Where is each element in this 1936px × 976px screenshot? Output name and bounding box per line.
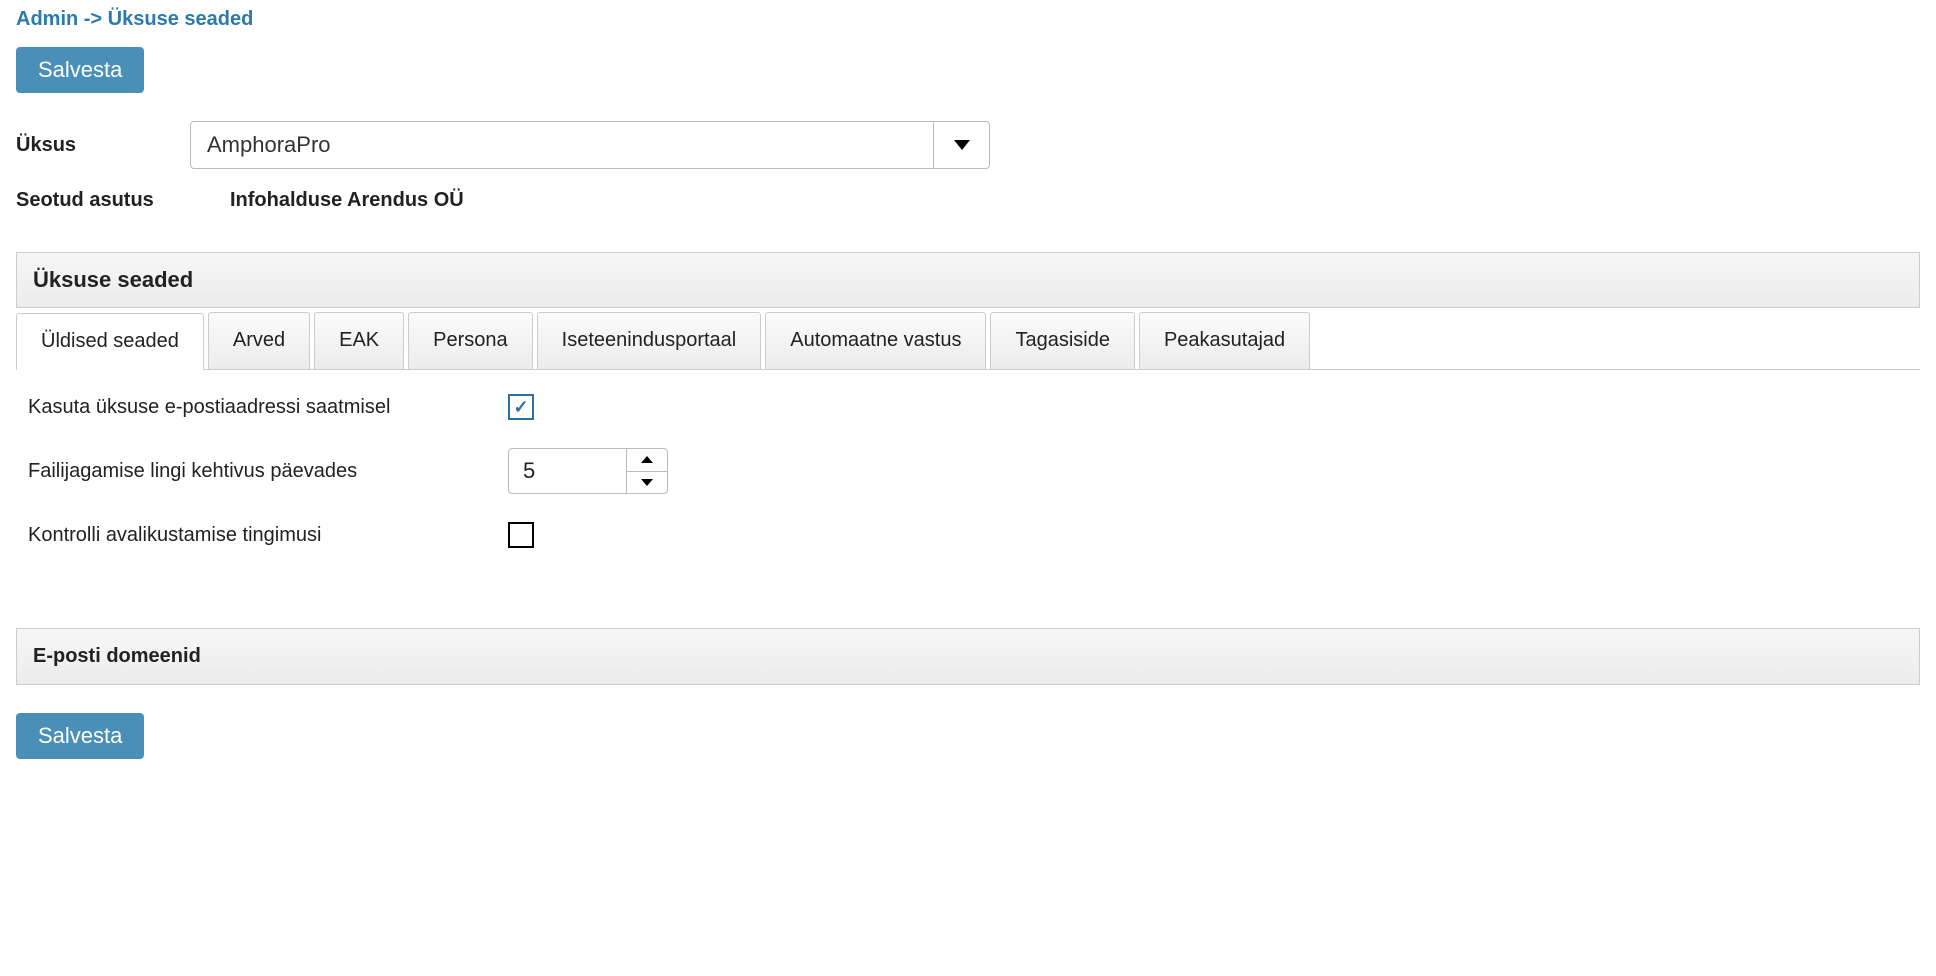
unit-dropdown-toggle[interactable] [933, 122, 989, 168]
use-unit-email-label: Kasuta üksuse e-postiaadressi saatmisel [28, 396, 508, 419]
check-publication-label: Kontrolli avalikustamise tingimusi [28, 524, 508, 547]
chevron-down-icon [641, 479, 653, 486]
tab-general[interactable]: Üldised seaded [16, 313, 204, 370]
settings-body: Kasuta üksuse e-postiaadressi saatmisel … [16, 370, 1920, 588]
email-domains-header: E-posti domeenid [16, 628, 1920, 685]
linked-org-row: Seotud asutus Infohalduse Arendus OÜ [16, 189, 1920, 212]
file-share-validity-value[interactable]: 5 [509, 449, 627, 493]
save-button-bottom[interactable]: Salvesta [16, 713, 144, 759]
tab-autoreply[interactable]: Automaatne vastus [765, 312, 986, 369]
setting-check-publication: Kontrolli avalikustamise tingimusi [28, 522, 1908, 548]
unit-label: Üksus [16, 134, 166, 157]
file-share-validity-label: Failijagamise lingi kehtivus päevades [28, 460, 508, 483]
tab-feedback[interactable]: Tagasiside [990, 312, 1135, 369]
file-share-validity-spinner[interactable]: 5 [508, 448, 668, 494]
tab-persona[interactable]: Persona [408, 312, 533, 369]
use-unit-email-checkbox[interactable]: ✓ [508, 394, 534, 420]
breadcrumb: Admin -> Üksuse seaded [16, 8, 1920, 31]
setting-file-share-validity: Failijagamise lingi kehtivus päevades 5 [28, 448, 1908, 494]
tab-selfservice[interactable]: Iseteenindusportaal [537, 312, 762, 369]
chevron-up-icon [641, 456, 653, 463]
save-button-top[interactable]: Salvesta [16, 47, 144, 93]
tab-eak[interactable]: EAK [314, 312, 404, 369]
setting-use-unit-email: Kasuta üksuse e-postiaadressi saatmisel … [28, 394, 1908, 420]
spinner-up-button[interactable] [627, 449, 667, 472]
tab-invoices[interactable]: Arved [208, 312, 310, 369]
unit-dropdown[interactable]: AmphoraPro [190, 121, 990, 169]
tab-mainusers[interactable]: Peakasutajad [1139, 312, 1310, 369]
spinner-buttons [627, 449, 667, 493]
check-icon: ✓ [513, 398, 528, 416]
linked-org-value: Infohalduse Arendus OÜ [230, 189, 464, 212]
unit-dropdown-value: AmphoraPro [191, 122, 933, 168]
spinner-down-button[interactable] [627, 472, 667, 494]
linked-org-label: Seotud asutus [16, 189, 206, 212]
tabs: Üldised seaded Arved EAK Persona Iseteen… [16, 308, 1920, 370]
chevron-down-icon [954, 140, 970, 150]
check-publication-checkbox[interactable] [508, 522, 534, 548]
unit-row: Üksus AmphoraPro [16, 121, 1920, 169]
panel-header: Üksuse seaded [16, 252, 1920, 308]
